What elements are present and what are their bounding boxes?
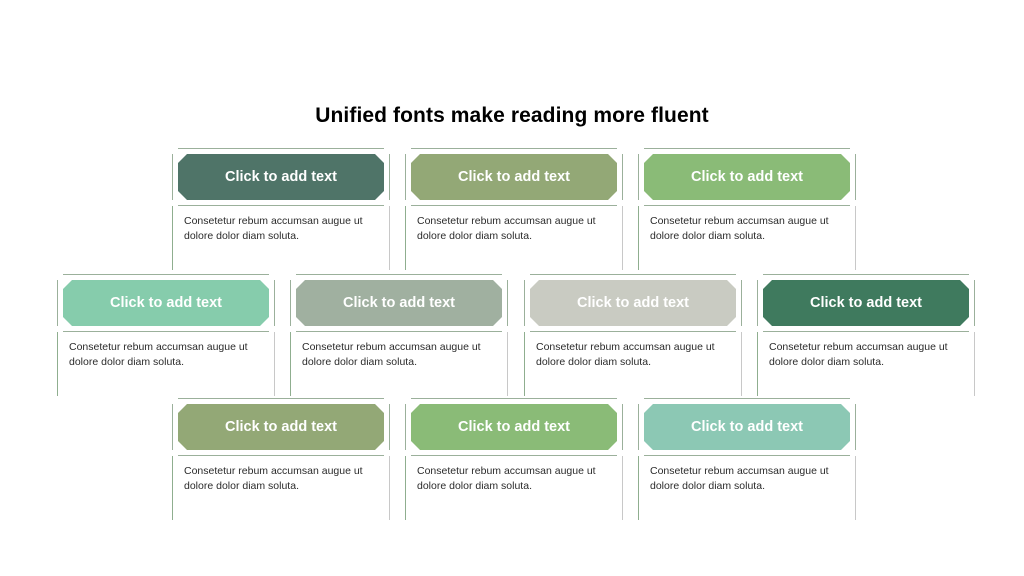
- card-badge[interactable]: Click to add text: [296, 280, 502, 326]
- card-body: Consetetur rebum accumsan augue ut dolor…: [290, 332, 508, 396]
- card[interactable]: Click to add text Consetetur rebum accums…: [57, 274, 275, 396]
- card-badge[interactable]: Click to add text: [644, 404, 850, 450]
- card[interactable]: Click to add text Consetetur rebum accums…: [172, 148, 390, 270]
- card[interactable]: Click to add text Consetetur rebum accums…: [405, 148, 623, 270]
- card-badge-label: Click to add text: [577, 295, 689, 311]
- card-badge[interactable]: Click to add text: [530, 280, 736, 326]
- card-badge[interactable]: Click to add text: [63, 280, 269, 326]
- card-frame: Click to add text: [57, 274, 275, 332]
- card-body: Consetetur rebum accumsan augue ut dolor…: [405, 206, 623, 270]
- card-body: Consetetur rebum accumsan augue ut dolor…: [57, 332, 275, 396]
- card-body-text[interactable]: Consetetur rebum accumsan augue ut dolor…: [536, 340, 726, 370]
- card-badge-label: Click to add text: [225, 419, 337, 435]
- card-body: Consetetur rebum accumsan augue ut dolor…: [405, 456, 623, 520]
- card-frame: Click to add text: [405, 398, 623, 456]
- card-body-text[interactable]: Consetetur rebum accumsan augue ut dolor…: [184, 214, 374, 244]
- card-frame: Click to add text: [405, 148, 623, 206]
- card-badge[interactable]: Click to add text: [178, 154, 384, 200]
- card-badge-label: Click to add text: [458, 169, 570, 185]
- card[interactable]: Click to add text Consetetur rebum accums…: [524, 274, 742, 396]
- card-body: Consetetur rebum accumsan augue ut dolor…: [524, 332, 742, 396]
- card-badge-label: Click to add text: [225, 169, 337, 185]
- card[interactable]: Click to add text Consetetur rebum accums…: [172, 398, 390, 520]
- card-frame: Click to add text: [638, 398, 856, 456]
- page-title: Unified fonts make reading more fluent: [315, 104, 709, 127]
- card-badge[interactable]: Click to add text: [178, 404, 384, 450]
- card-body-text[interactable]: Consetetur rebum accumsan augue ut dolor…: [302, 340, 492, 370]
- card-badge-label: Click to add text: [343, 295, 455, 311]
- card[interactable]: Click to add text Consetetur rebum accums…: [290, 274, 508, 396]
- card-body-text[interactable]: Consetetur rebum accumsan augue ut dolor…: [69, 340, 259, 370]
- slide-canvas: Unified fonts make reading more fluent C…: [0, 0, 1024, 576]
- card-body-text[interactable]: Consetetur rebum accumsan augue ut dolor…: [417, 214, 607, 244]
- card[interactable]: Click to add text Consetetur rebum accums…: [638, 148, 856, 270]
- card-badge-label: Click to add text: [458, 419, 570, 435]
- card-body-text[interactable]: Consetetur rebum accumsan augue ut dolor…: [769, 340, 959, 370]
- card-frame: Click to add text: [524, 274, 742, 332]
- card-badge-label: Click to add text: [691, 169, 803, 185]
- card-badge[interactable]: Click to add text: [644, 154, 850, 200]
- card-body-text[interactable]: Consetetur rebum accumsan augue ut dolor…: [650, 214, 840, 244]
- card-body-text[interactable]: Consetetur rebum accumsan augue ut dolor…: [184, 464, 374, 494]
- card-frame: Click to add text: [638, 148, 856, 206]
- card-body: Consetetur rebum accumsan augue ut dolor…: [172, 206, 390, 270]
- card-badge-label: Click to add text: [691, 419, 803, 435]
- card-body: Consetetur rebum accumsan augue ut dolor…: [638, 206, 856, 270]
- card-badge[interactable]: Click to add text: [411, 404, 617, 450]
- card-frame: Click to add text: [172, 398, 390, 456]
- card-badge-label: Click to add text: [810, 295, 922, 311]
- card-body: Consetetur rebum accumsan augue ut dolor…: [757, 332, 975, 396]
- card-body-text[interactable]: Consetetur rebum accumsan augue ut dolor…: [650, 464, 840, 494]
- card-body-text[interactable]: Consetetur rebum accumsan augue ut dolor…: [417, 464, 607, 494]
- card-frame: Click to add text: [172, 148, 390, 206]
- card[interactable]: Click to add text Consetetur rebum accums…: [638, 398, 856, 520]
- card-body: Consetetur rebum accumsan augue ut dolor…: [172, 456, 390, 520]
- card-body: Consetetur rebum accumsan augue ut dolor…: [638, 456, 856, 520]
- card[interactable]: Click to add text Consetetur rebum accums…: [757, 274, 975, 396]
- card-badge[interactable]: Click to add text: [763, 280, 969, 326]
- card[interactable]: Click to add text Consetetur rebum accums…: [405, 398, 623, 520]
- card-badge-label: Click to add text: [110, 295, 222, 311]
- card-frame: Click to add text: [290, 274, 508, 332]
- card-frame: Click to add text: [757, 274, 975, 332]
- card-badge[interactable]: Click to add text: [411, 154, 617, 200]
